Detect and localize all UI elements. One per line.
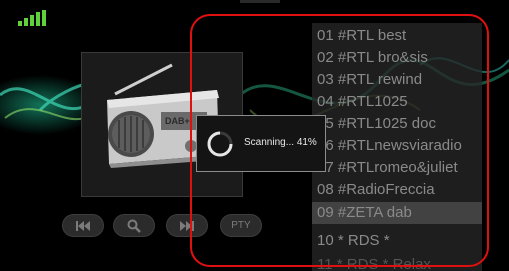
top-drag-handle [240, 0, 280, 3]
skip-next-icon [180, 220, 194, 231]
station-item[interactable]: 06 #RTLnewsviaradio [317, 135, 462, 157]
signal-bars-icon [18, 10, 52, 26]
station-item[interactable]: 10 * RDS * [317, 230, 390, 252]
station-item[interactable]: 11 * RDS * Relax [317, 254, 431, 271]
dab-logo-label: DAB+ [165, 116, 190, 126]
scanning-dialog: Scanning... 41% [196, 115, 326, 172]
search-button[interactable] [113, 214, 155, 237]
pty-button[interactable]: PTY [220, 214, 262, 237]
skip-previous-button[interactable] [62, 214, 104, 237]
station-item[interactable]: 02 #RTL bro&sis [317, 47, 428, 69]
station-item[interactable]: 07 #RTLromeo&juliet [317, 157, 458, 179]
search-icon [127, 219, 141, 233]
station-item[interactable]: 01 #RTL best [317, 25, 406, 47]
station-item[interactable]: 04 #RTL1025 [317, 91, 408, 113]
station-item-selected[interactable]: 09 #ZETA dab [312, 202, 482, 224]
station-item[interactable]: 08 #RadioFreccia [317, 179, 435, 201]
station-list[interactable]: 01 #RTL best 02 #RTL bro&sis 03 #RTL rew… [312, 23, 482, 271]
loading-spinner-icon [207, 131, 233, 157]
scanning-status-text: Scanning... 41% [244, 137, 317, 148]
station-item[interactable]: 05 #RTL1025 doc [317, 113, 436, 135]
skip-previous-icon [76, 220, 90, 231]
station-item[interactable]: 03 #RTL rewind [317, 69, 422, 91]
skip-next-button[interactable] [166, 214, 208, 237]
